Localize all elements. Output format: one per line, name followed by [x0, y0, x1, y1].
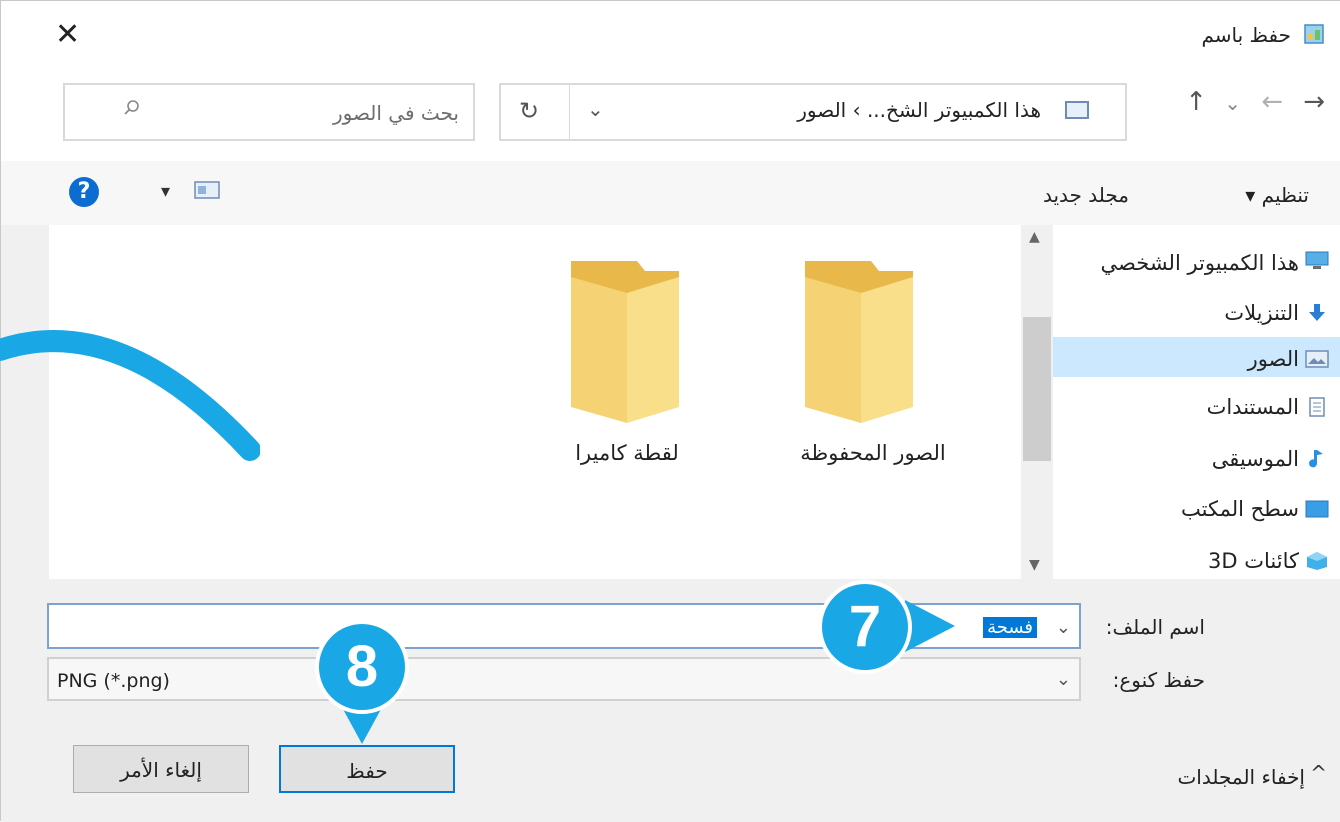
scrollbar-thumb[interactable]	[1023, 317, 1051, 461]
folder-icon[interactable]	[801, 257, 917, 425]
filename-dropdown-chevron-icon[interactable]: ⌄	[1056, 617, 1071, 638]
hide-folders-button[interactable]: إخفاء المجلدات	[1177, 765, 1305, 789]
forward-arrow-icon[interactable]: ←	[1261, 87, 1283, 117]
view-dropdown-icon[interactable]: ▾	[161, 181, 170, 202]
search-placeholder: بحث في الصور	[332, 101, 459, 125]
recent-locations-chevron-icon[interactable]: ⌄	[1224, 91, 1241, 115]
window-title: حفظ باسم	[1201, 23, 1291, 47]
address-dropdown-chevron-icon[interactable]: ⌄	[587, 97, 604, 121]
pictures-location-icon	[1065, 101, 1089, 119]
sidebar-item-label: الموسيقى	[1211, 447, 1299, 471]
search-input[interactable]: بحث في الصور	[63, 83, 475, 141]
filename-label: اسم الملف:	[1105, 615, 1205, 639]
up-arrow-icon[interactable]: ↑	[1185, 87, 1207, 117]
new-folder-button[interactable]: مجلد جديد	[1043, 183, 1129, 207]
step-7-callout: 7	[818, 580, 912, 674]
app-icon	[1304, 24, 1324, 44]
view-options-icon[interactable]	[193, 179, 221, 201]
sidebar-item-label: كائنات 3D	[1208, 549, 1299, 573]
decorative-arc	[0, 330, 260, 461]
scroll-up-icon[interactable]: ▲	[1029, 229, 1040, 245]
step-8-callout: 8	[315, 620, 409, 714]
desktop-icon	[1305, 500, 1329, 518]
computer-icon	[1305, 251, 1329, 269]
callout-7-pointer	[905, 600, 955, 652]
save-button[interactable]: حفظ	[279, 745, 455, 793]
back-arrow-icon[interactable]: →	[1303, 87, 1325, 117]
title-bar	[1, 1, 1340, 69]
filetype-select[interactable]: PNG (*.png) ⌄	[47, 657, 1081, 701]
sidebar-item-label: هذا الكمبيوتر الشخصي	[1100, 251, 1299, 275]
sidebar-item-label: الصور	[1247, 347, 1299, 371]
filetype-value: PNG (*.png)	[57, 670, 170, 692]
sidebar-item-label: التنزيلات	[1224, 301, 1299, 325]
sidebar-item-label: سطح المكتب	[1181, 497, 1299, 521]
3d-objects-icon	[1307, 552, 1327, 570]
filetype-dropdown-chevron-icon[interactable]: ⌄	[1056, 669, 1071, 690]
folder-label-saved-pictures[interactable]: الصور المحفوظة	[763, 441, 983, 465]
pictures-icon	[1305, 350, 1329, 368]
filetype-label: حفظ كنوع:	[1112, 668, 1205, 692]
chevron-up-icon[interactable]: ^	[1310, 761, 1327, 785]
filename-value[interactable]: فسحة	[983, 617, 1037, 638]
cancel-button[interactable]: إلغاء الأمر	[73, 745, 249, 793]
folder-icon[interactable]	[567, 257, 683, 425]
address-divider	[569, 85, 570, 139]
organize-button[interactable]: تنظيم ▾	[1245, 183, 1309, 207]
address-path[interactable]: هذا الكمبيوتر الشخ... › الصور	[701, 98, 1041, 122]
search-icon	[124, 100, 139, 115]
refresh-icon[interactable]: ↻	[519, 97, 539, 125]
sidebar-item-label: المستندات	[1206, 395, 1299, 419]
music-icon	[1309, 450, 1323, 468]
help-icon[interactable]: ?	[69, 177, 99, 207]
documents-icon	[1309, 397, 1325, 417]
close-icon[interactable]: ✕	[55, 17, 80, 52]
download-icon	[1309, 304, 1325, 321]
scroll-down-icon[interactable]: ▼	[1029, 557, 1040, 573]
folder-label-camera-roll[interactable]: لقطة كاميرا	[517, 441, 737, 465]
